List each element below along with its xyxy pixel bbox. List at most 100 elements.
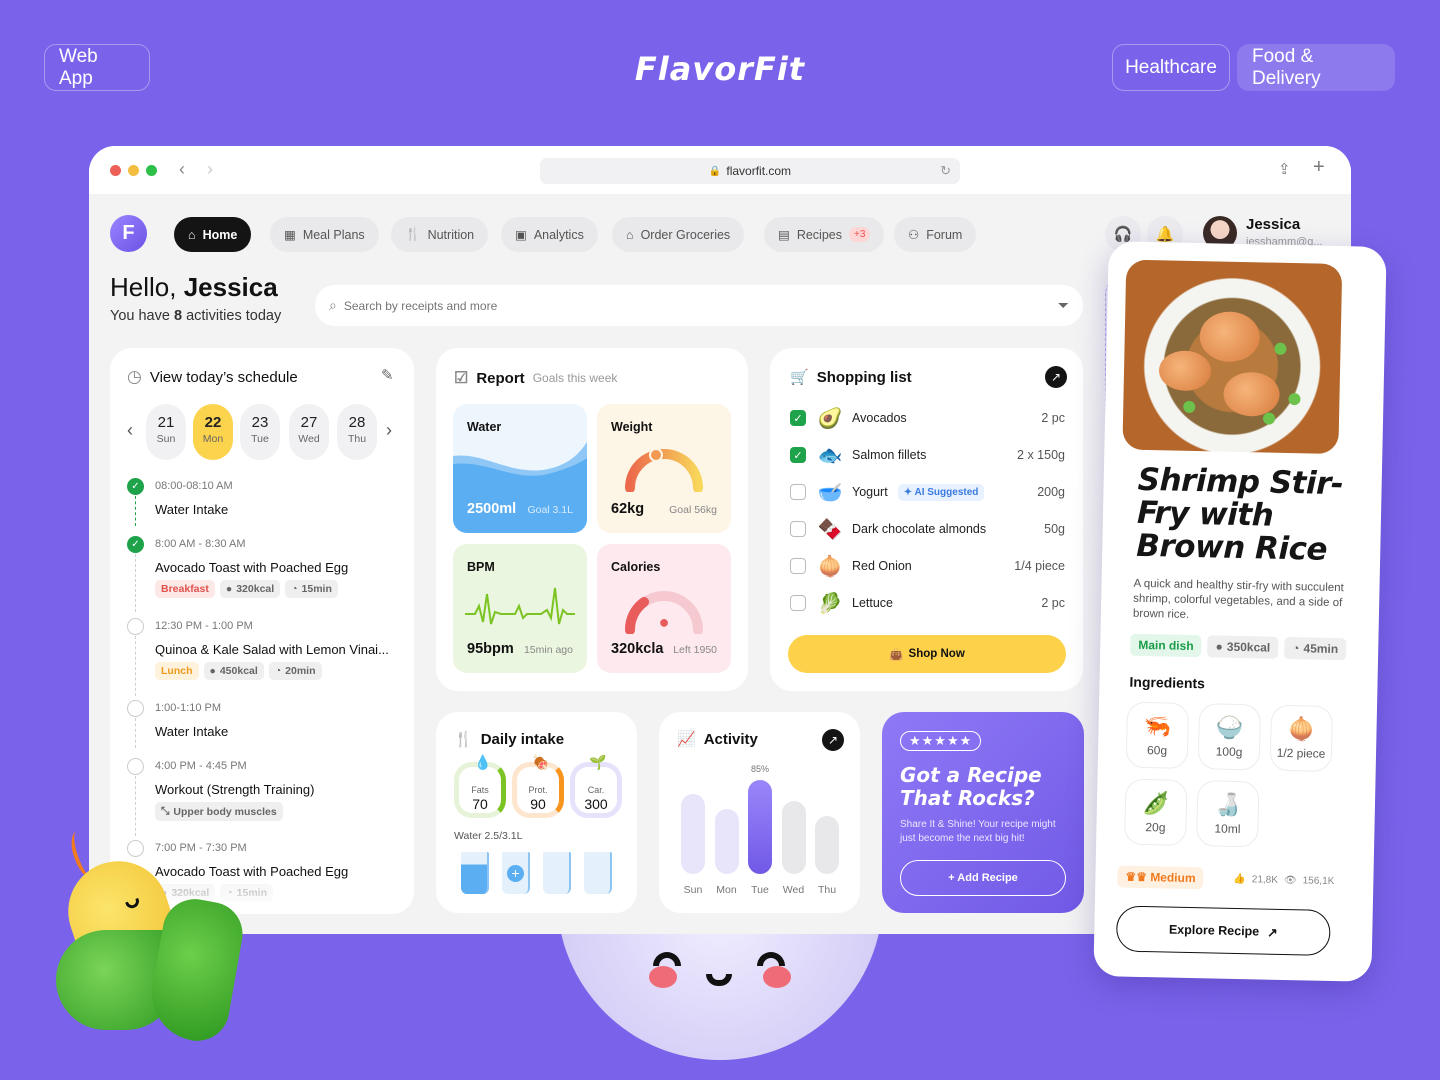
minimize-dot[interactable]: [128, 165, 139, 176]
search-bar[interactable]: ⌕ ⏷: [315, 285, 1083, 326]
maximize-dot[interactable]: [146, 165, 157, 176]
water-tile[interactable]: Water 2500ml Goal 3.1L: [453, 404, 587, 533]
calories-tile[interactable]: ● Calories 320kcla Left 1950: [597, 544, 731, 673]
pending-icon: [127, 758, 144, 775]
shopping-item[interactable]: 🥬 Lettuce 2 pc: [790, 589, 1065, 617]
ingredient-qty: 1/2 piece: [1276, 745, 1326, 761]
add-recipe-button[interactable]: + Add Recipe: [900, 860, 1066, 896]
activity-count: 8: [173, 308, 183, 324]
add-water-button[interactable]: +: [502, 852, 530, 894]
day-wed[interactable]: 27 Wed: [289, 404, 329, 460]
ingredient-onion[interactable]: 🧅 1/2 piece: [1269, 704, 1334, 772]
time-text: 45min: [1303, 641, 1339, 657]
checkbox[interactable]: ✓: [790, 410, 806, 426]
open-shopping-button[interactable]: ↗: [1045, 366, 1067, 388]
shopping-item[interactable]: 🍫 Dark chocolate almonds 50g: [790, 515, 1065, 543]
shopping-item[interactable]: ✓ 🐟 Salmon fillets 2 x 150g: [790, 441, 1065, 469]
address-bar[interactable]: 🔒 flavorfit.com ↻: [540, 158, 960, 184]
report-header: ☑ Report Goals this week: [454, 368, 617, 388]
day-num: 27: [300, 414, 318, 431]
smile: [706, 974, 732, 986]
search-input[interactable]: [343, 298, 1058, 313]
checkbox[interactable]: [790, 595, 806, 611]
back-icon[interactable]: ‹: [179, 159, 185, 180]
shrimp-shape: [1199, 311, 1261, 363]
shopping-item[interactable]: 🧅 Red Onion 1/4 piece: [790, 552, 1065, 580]
activity-bar-wed[interactable]: [781, 801, 806, 874]
calories-value: 320kcla: [611, 641, 664, 657]
app-logo[interactable]: F: [110, 215, 147, 252]
schedule-title: View today’s schedule: [149, 368, 298, 386]
nav-recipes[interactable]: ▤ Recipes +3: [764, 217, 885, 252]
item-name: Salmon fillets: [852, 448, 927, 462]
checkbox[interactable]: ✓: [790, 447, 806, 463]
nav-label: Home: [202, 227, 238, 242]
bag-icon: 👜: [889, 649, 904, 661]
next-days-icon[interactable]: ›: [386, 420, 392, 441]
blush-right: [763, 966, 791, 988]
forward-icon[interactable]: ›: [207, 159, 213, 180]
drop-icon: 💧: [474, 754, 492, 770]
day-name: Mon: [202, 433, 224, 445]
calories-gauge: ●: [625, 591, 703, 634]
weight-tile[interactable]: Weight 62kg Goal 56kg: [597, 404, 731, 533]
avocado-icon: 🥑: [817, 407, 843, 430]
ingredient-soy[interactable]: 🍶 10ml: [1196, 780, 1260, 848]
chocolate-icon: 🍫: [817, 518, 843, 541]
nav-home[interactable]: ⌂ Home: [174, 217, 252, 252]
ingredient-qty: 20g: [1145, 820, 1166, 835]
filter-icon[interactable]: ⏷: [1058, 297, 1069, 314]
nav-forum[interactable]: ⚇ Forum: [894, 217, 977, 252]
weight-gauge: [625, 448, 703, 492]
day-mon[interactable]: 22 Mon: [193, 404, 233, 460]
open-activity-button[interactable]: ↗: [822, 729, 844, 751]
activity-bar-sun[interactable]: [681, 794, 705, 874]
day-thu[interactable]: 28 Thu: [337, 404, 377, 460]
checkbox[interactable]: [790, 558, 806, 574]
explore-recipe-button[interactable]: Explore Recipe ↗: [1115, 905, 1331, 956]
fork-knife-icon: 🍴: [405, 227, 421, 241]
share-icon[interactable]: ⇪: [1278, 160, 1291, 178]
shrimp-shape: [1223, 371, 1281, 417]
checkbox[interactable]: [790, 484, 806, 500]
ingredient-rice[interactable]: 🍚 100g: [1197, 703, 1262, 771]
nav-analytics[interactable]: ▣ Analytics: [501, 217, 598, 252]
close-dot[interactable]: [110, 165, 121, 176]
activity-bar-tue[interactable]: [748, 780, 772, 874]
day-num: 23: [251, 414, 269, 431]
shopping-item[interactable]: ✓ 🥑 Avocados 2 pc: [790, 404, 1065, 432]
edit-icon[interactable]: ✎: [381, 366, 394, 384]
new-tab-icon[interactable]: +: [1313, 156, 1325, 179]
nav-nutrition[interactable]: 🍴 Nutrition: [391, 217, 489, 252]
day-num: 21: [157, 414, 175, 431]
day-tue[interactable]: 23 Tue: [240, 404, 280, 460]
nav-order-groceries[interactable]: ⌂ Order Groceries: [612, 217, 745, 252]
shop-now-button[interactable]: 👜 Shop Now: [788, 635, 1066, 673]
reload-icon[interactable]: ↻: [940, 163, 951, 179]
day-name: Thu: [347, 433, 367, 445]
ai-suggested-badge: ✦ AI Suggested: [897, 483, 985, 501]
item-time: 1:00-1:10 PM: [155, 702, 222, 714]
clock-icon: ◷: [127, 367, 142, 386]
prev-days-icon[interactable]: ‹: [127, 420, 133, 441]
ingredient-qty: 60g: [1146, 743, 1168, 758]
bpm-time: 15min ago: [523, 644, 573, 656]
recipe-tags: Main dish ● 350kcal ◔ 45min: [1130, 633, 1347, 661]
item-qty: 1/4 piece: [1014, 559, 1065, 573]
day-sun[interactable]: 21 Sun: [146, 404, 186, 460]
bpm-tile[interactable]: BPM 95bpm 15min ago: [453, 544, 587, 673]
activity-bar-thu[interactable]: [815, 816, 839, 874]
nav-meal-plans[interactable]: ▦ Meal Plans: [270, 217, 379, 252]
recipe-image[interactable]: [1122, 259, 1343, 455]
recipe-card: Shrimp Stir-Fry with Brown Rice A quick …: [1093, 241, 1387, 982]
food-delivery-pill: Food & Delivery: [1237, 44, 1395, 91]
activity-bar-mon[interactable]: [714, 809, 739, 874]
item-name: Dark chocolate almonds: [852, 522, 987, 536]
shopping-item[interactable]: 🥣 Yogurt ✦ AI Suggested 200g: [790, 478, 1065, 506]
time-text: 15min: [301, 583, 332, 595]
checkbox[interactable]: [790, 521, 806, 537]
promo-title: Got a Recipe That Rocks?: [900, 763, 1042, 810]
sprout-icon: 🌱: [589, 754, 607, 770]
ingredient-peas[interactable]: 🫛 20g: [1124, 778, 1188, 846]
ingredient-shrimp[interactable]: 🦐 60g: [1125, 701, 1190, 769]
